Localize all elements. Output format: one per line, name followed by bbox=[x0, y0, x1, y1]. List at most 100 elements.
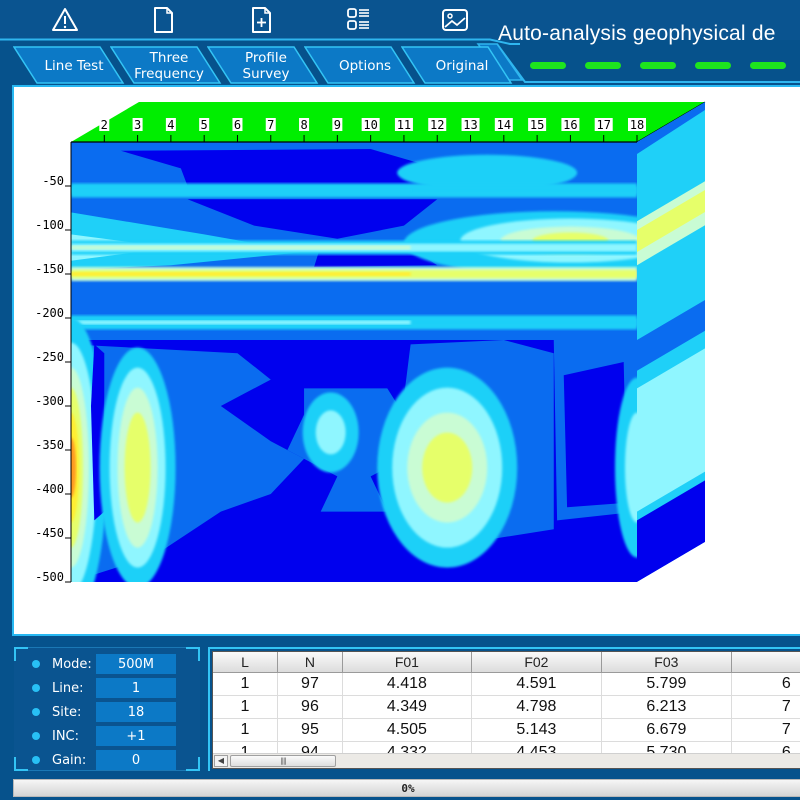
table-cell: 96 bbox=[277, 695, 343, 719]
tab-label: Profile Survey bbox=[242, 50, 290, 82]
status-panel: Mode: 500M Line: 1 Site: 18 INC: +1 Gain… bbox=[14, 647, 200, 771]
bullet-icon bbox=[32, 660, 40, 668]
scroll-left-arrow-icon[interactable]: ◀ bbox=[214, 755, 228, 767]
x-tick-label: 11 bbox=[397, 118, 411, 132]
table-cell: 97 bbox=[277, 672, 343, 696]
x-tick-label: 5 bbox=[201, 118, 208, 132]
column-header-f03[interactable]: F03 bbox=[601, 652, 732, 673]
section-side-face bbox=[637, 102, 705, 582]
y-tick-label: -450 bbox=[35, 526, 64, 540]
x-tick-label: 12 bbox=[430, 118, 444, 132]
status-label: Site: bbox=[52, 704, 82, 720]
table-cell: 5.799 bbox=[601, 672, 732, 696]
x-tick-label: 9 bbox=[334, 118, 341, 132]
x-tick-label: 16 bbox=[563, 118, 577, 132]
indicator-dash bbox=[530, 62, 566, 69]
y-tick-label: -200 bbox=[35, 306, 64, 320]
status-row-line: Line: bbox=[32, 678, 100, 698]
x-tick-label: 14 bbox=[497, 118, 511, 132]
x-tick-label: 10 bbox=[363, 118, 377, 132]
column-header-n[interactable]: N bbox=[277, 652, 343, 673]
tab-options[interactable]: Options bbox=[304, 46, 416, 86]
table-cell: 1 bbox=[213, 672, 278, 696]
bullet-icon bbox=[32, 756, 40, 764]
y-tick-label: -400 bbox=[35, 482, 64, 496]
x-tick-label: 6 bbox=[234, 118, 241, 132]
table-cell: 6.213 bbox=[601, 695, 732, 719]
table-row[interactable]: 1 95 4.505 5.143 6.679 7 bbox=[213, 718, 800, 742]
data-table-container: L N F01 F02 F03 1 97 4.418 4.591 5.799 6… bbox=[212, 651, 800, 769]
data-table: L N F01 F02 F03 1 97 4.418 4.591 5.799 6… bbox=[213, 652, 800, 765]
table-header-row: L N F01 F02 F03 bbox=[213, 652, 800, 673]
anomaly-contour bbox=[422, 432, 473, 503]
progress-label: 0% bbox=[401, 781, 415, 795]
x-tick-label: 15 bbox=[530, 118, 544, 132]
bullet-icon bbox=[32, 684, 40, 692]
column-header-f01[interactable]: F01 bbox=[342, 652, 472, 673]
horizontal-band bbox=[71, 272, 411, 276]
status-indicator-dashes bbox=[530, 62, 800, 70]
table-cell: 1 bbox=[213, 718, 278, 742]
table-cell: 4.798 bbox=[471, 695, 602, 719]
y-tick-label: -150 bbox=[35, 262, 64, 276]
tab-label: Line Test bbox=[44, 58, 104, 74]
tab-three-frequency[interactable]: Three Frequency bbox=[110, 46, 222, 86]
chart-panel: 2 3 4 5 6 7 8 9 10 11 12 13 14 15 16 17 18 -50 -100 -150 -20… bbox=[12, 85, 800, 636]
bullet-icon bbox=[32, 732, 40, 740]
y-tick-label: -500 bbox=[35, 570, 64, 584]
x-tick-label: 7 bbox=[267, 118, 274, 132]
y-tick-label: -300 bbox=[35, 394, 64, 408]
y-tick-label: -250 bbox=[35, 350, 64, 364]
indicator-dash bbox=[585, 62, 621, 69]
tab-original[interactable]: Original bbox=[401, 46, 513, 86]
x-tick-label: 4 bbox=[167, 118, 174, 132]
table-cell: 4.418 bbox=[342, 672, 472, 696]
horizontal-band bbox=[71, 320, 411, 325]
table-cell: 4.505 bbox=[342, 718, 472, 742]
tab-label: Options bbox=[338, 58, 392, 74]
status-row-inc: INC: bbox=[32, 726, 100, 746]
tab-label: Three Frequency bbox=[134, 50, 204, 82]
status-label: INC: bbox=[52, 728, 80, 744]
tab-line-test[interactable]: Line Test bbox=[13, 46, 125, 86]
indicator-dash bbox=[695, 62, 731, 69]
y-tick-label: -350 bbox=[35, 438, 64, 452]
frame-edge bbox=[28, 770, 186, 771]
scrollbar-thumb[interactable]: |||| bbox=[230, 755, 336, 767]
column-header-l[interactable]: L bbox=[213, 652, 278, 673]
x-tick-label: 8 bbox=[300, 118, 307, 132]
inc-value: +1 bbox=[96, 726, 176, 746]
status-row-gain: Gain: bbox=[32, 750, 100, 770]
table-cell: 7 bbox=[731, 695, 800, 719]
mode-value: 500M bbox=[96, 654, 176, 674]
status-row-site: Site: bbox=[32, 702, 100, 722]
bullet-icon bbox=[32, 708, 40, 716]
anomaly-contour bbox=[124, 412, 151, 523]
x-tick-label: 17 bbox=[596, 118, 610, 132]
frame-corner bbox=[186, 757, 200, 771]
y-tick-label: -50 bbox=[42, 174, 64, 188]
gain-value: 0 bbox=[96, 750, 176, 770]
table-row[interactable]: 1 97 4.418 4.591 5.799 6 bbox=[213, 672, 800, 696]
table-cell: 4.591 bbox=[471, 672, 602, 696]
table-cell: 1 bbox=[213, 695, 278, 719]
horizontal-band bbox=[71, 188, 411, 193]
status-label: Mode: bbox=[52, 656, 92, 672]
table-cell: 4.349 bbox=[342, 695, 472, 719]
status-label: Line: bbox=[52, 680, 84, 696]
table-cell: 7 bbox=[731, 718, 800, 742]
anomaly-contour bbox=[315, 410, 346, 455]
indicator-dash bbox=[750, 62, 786, 69]
table-cell: 6 bbox=[731, 672, 800, 696]
status-label: Gain: bbox=[52, 752, 87, 768]
x-tick-label: 18 bbox=[630, 118, 644, 132]
column-header-f04[interactable] bbox=[731, 652, 800, 673]
tab-label: Original bbox=[435, 58, 489, 74]
progress-bar: 0% bbox=[13, 779, 800, 797]
horizontal-scrollbar[interactable]: ◀ |||| bbox=[213, 753, 800, 768]
section-front-face bbox=[71, 142, 637, 582]
tab-profile-survey[interactable]: Profile Survey bbox=[207, 46, 319, 86]
table-row[interactable]: 1 96 4.349 4.798 6.213 7 bbox=[213, 695, 800, 719]
table-cell: 5.143 bbox=[471, 718, 602, 742]
column-header-f02[interactable]: F02 bbox=[471, 652, 602, 673]
